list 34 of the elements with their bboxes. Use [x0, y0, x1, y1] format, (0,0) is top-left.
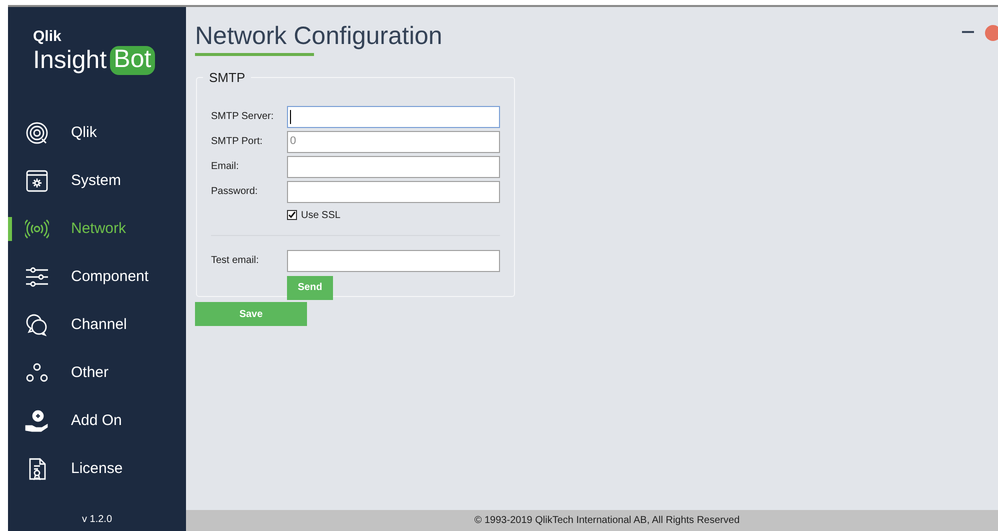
sidebar-item[interactable]: Network — [8, 205, 186, 253]
group-title: SMTP — [208, 69, 246, 87]
field-label: SMTP Port: — [211, 135, 264, 149]
check-icon — [288, 211, 296, 219]
field-label: Email: — [211, 160, 240, 174]
target-icon — [25, 121, 49, 145]
input-field[interactable] — [287, 106, 500, 128]
gear-window-icon — [25, 169, 49, 193]
close-icon[interactable] — [985, 25, 998, 41]
checkbox[interactable]: Use SSL — [287, 208, 500, 222]
sidebar-item[interactable]: Add On — [8, 397, 186, 445]
logo-text: Qlik — [33, 29, 62, 44]
page-title: Network Configuration — [195, 21, 442, 51]
sidebar-item[interactable]: Qlik — [8, 109, 186, 157]
sidebar-item[interactable]: Other — [8, 349, 186, 397]
chat-bubbles-icon — [25, 313, 49, 337]
sidebar-item[interactable]: System — [8, 157, 186, 205]
sliders-icon — [25, 265, 49, 289]
copyright-text: © 1993-2019 QlikTech International AB, All Rights Reserved — [474, 514, 740, 528]
input-field[interactable] — [287, 180, 500, 202]
sidebar-item[interactable]: Channel — [8, 301, 186, 349]
input-field[interactable] — [287, 250, 500, 272]
logo-text: Insight — [33, 48, 107, 73]
version-text: v 1.2.0 — [80, 513, 114, 527]
sidebar-item[interactable]: License — [8, 445, 186, 493]
input-field[interactable] — [287, 156, 500, 178]
input-field[interactable]: 0 — [287, 130, 500, 152]
logo-badge: Bot — [110, 46, 156, 75]
field-label: Test email: — [211, 254, 260, 268]
hand-plus-icon — [25, 409, 49, 433]
field-label: Password: — [211, 185, 259, 199]
sidebar-item[interactable]: Component — [8, 253, 186, 301]
signal-icon — [25, 217, 49, 241]
field-label: SMTP Server: — [211, 110, 275, 124]
